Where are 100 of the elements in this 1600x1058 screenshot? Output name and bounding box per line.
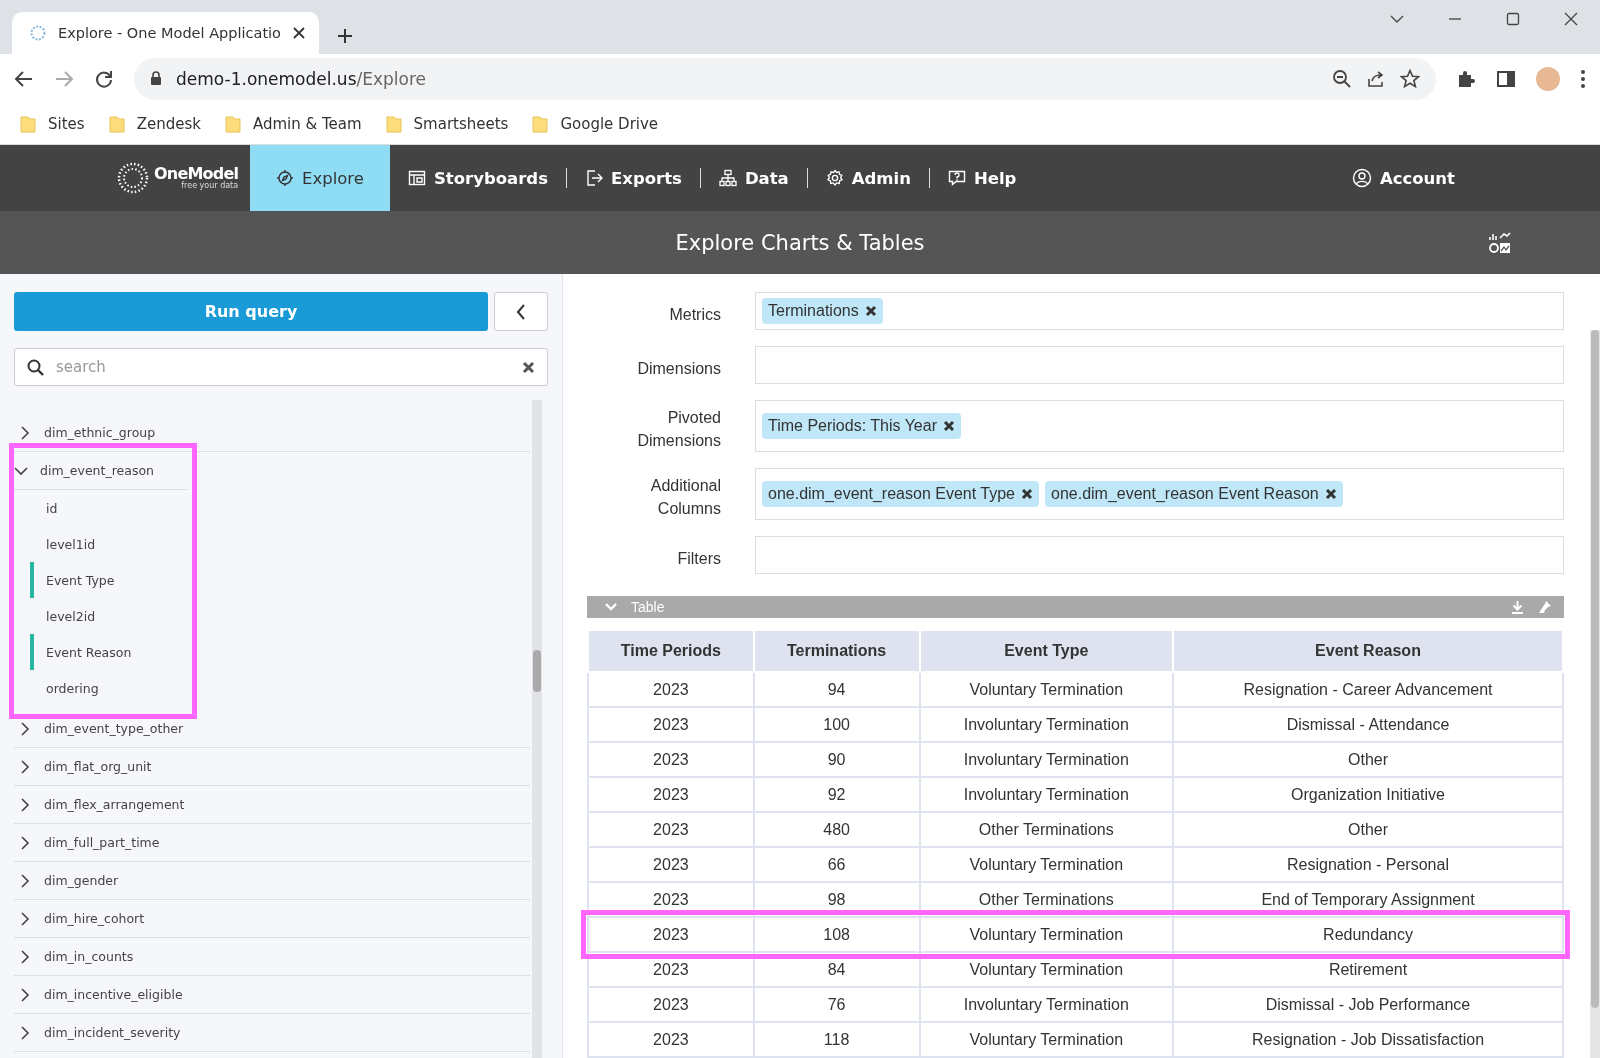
drop-field[interactable]: Time Periods: This Year <box>755 400 1564 452</box>
chevron-right-icon[interactable] <box>18 873 32 888</box>
table-cell: Dismissal - Job Performance <box>1173 987 1563 1022</box>
reload-icon[interactable] <box>94 68 114 89</box>
chevron-right-icon[interactable] <box>18 911 32 926</box>
search-input[interactable]: search <box>54 357 512 377</box>
tree-field[interactable]: Event Reason <box>30 634 188 670</box>
bookmark-link[interactable]: Google Drive <box>560 114 659 133</box>
tree-item[interactable]: dim_flat_org_unit <box>44 759 152 774</box>
address-text[interactable]: demo-1.onemodel.us/Explore <box>176 68 426 89</box>
address-bar[interactable]: demo-1.onemodel.us/Explore <box>134 57 1436 100</box>
scrollbar[interactable] <box>532 400 542 1058</box>
table-cell: 76 <box>753 987 920 1022</box>
tree-item[interactable]: dim_event_type_other <box>44 721 184 736</box>
table-cell: Voluntary Termination <box>919 917 1173 952</box>
folder-icon <box>532 114 549 133</box>
remove-icon[interactable] <box>1324 488 1337 500</box>
table-cell: Involuntary Termination <box>919 987 1173 1022</box>
tree-field[interactable]: ordering <box>30 670 188 706</box>
settings-icon <box>825 169 844 187</box>
nav-tab[interactable]: Explore <box>250 145 390 211</box>
tree-field[interactable]: Event Type <box>30 562 188 598</box>
chevron-right-icon[interactable] <box>18 1025 32 1040</box>
chart-table-icon[interactable] <box>1488 231 1512 255</box>
zoom-out-icon[interactable] <box>1332 68 1352 89</box>
tree-item[interactable]: dim_hire_cohort <box>44 911 145 926</box>
drop-field[interactable]: one.dim_event_reason Event Type one.dim_event_reason Event Reason <box>755 468 1564 520</box>
remove-icon[interactable] <box>864 305 877 317</box>
tree-item[interactable]: dim_event_reason <box>40 463 154 478</box>
table-cell: Other <box>1173 742 1563 777</box>
chevron-left-icon <box>516 303 526 320</box>
remove-icon[interactable] <box>1021 488 1033 500</box>
chevron-right-icon[interactable] <box>18 987 32 1002</box>
chevron-right-icon[interactable] <box>18 835 32 850</box>
table-cell: 94 <box>753 672 920 707</box>
search-box[interactable]: search <box>14 348 548 386</box>
column-header[interactable]: Event Type <box>919 630 1173 672</box>
table-cell: Resignation - Personal <box>1173 847 1563 882</box>
tree-item[interactable]: dim_in_counts <box>44 949 134 964</box>
maximize-icon[interactable] <box>1506 12 1520 26</box>
user-icon <box>1351 168 1372 188</box>
close-icon[interactable] <box>1564 12 1578 26</box>
table-cell: 66 <box>753 847 920 882</box>
tree-field[interactable]: level2id <box>30 598 188 634</box>
share-icon[interactable] <box>1366 68 1386 89</box>
tree-item[interactable]: dim_incident_severity <box>44 1025 181 1040</box>
chevron-right-icon[interactable] <box>18 721 32 736</box>
table-cell: 2023 <box>588 1022 754 1057</box>
filter-tag[interactable]: Terminations <box>762 298 883 324</box>
table-cell: 92 <box>753 777 920 812</box>
new-tab-icon[interactable] <box>336 28 353 44</box>
compass-icon <box>276 169 294 187</box>
table-cell: 2023 <box>588 672 754 707</box>
puzzle-icon[interactable] <box>1456 68 1476 89</box>
tree-item[interactable]: dim_flex_arrangement <box>44 797 185 812</box>
logo-text: OneModel <box>154 166 239 182</box>
tree-item[interactable]: dim_gender <box>44 873 119 888</box>
account-button[interactable]: Account <box>1345 145 1600 211</box>
nav-tab[interactable]: Admin <box>807 145 929 211</box>
more-icon[interactable] <box>1580 68 1586 89</box>
table-cell: 2023 <box>588 952 754 987</box>
bookmark-link[interactable]: Zendesk <box>136 114 201 133</box>
table-cell: 98 <box>753 882 920 917</box>
table-cell: Involuntary Termination <box>919 742 1173 777</box>
filter-tag[interactable]: Time Periods: This Year <box>762 413 961 439</box>
chevron-right-icon[interactable] <box>18 949 32 964</box>
drop-field[interactable]: Terminations <box>755 292 1564 330</box>
drop-field[interactable] <box>755 536 1564 574</box>
scrollbar[interactable] <box>1590 330 1600 1058</box>
page-title: Explore Charts & Tables <box>675 230 925 255</box>
tree-item[interactable]: dim_incentive_eligible <box>44 987 183 1002</box>
tree-item[interactable]: dim_ethnic_group <box>44 425 156 440</box>
drop-field[interactable] <box>755 346 1564 384</box>
nav-tab[interactable]: Help <box>929 145 1035 211</box>
bookmark-link[interactable]: Admin & Team <box>252 114 362 133</box>
column-header[interactable]: Time Periods <box>588 630 754 672</box>
back-icon[interactable] <box>14 68 34 89</box>
field-label: Pivoted Dimensions <box>636 408 721 451</box>
filter-tag[interactable]: one.dim_event_reason Event Type <box>762 481 1039 507</box>
column-header[interactable]: Event Reason <box>1173 630 1563 672</box>
remove-icon[interactable] <box>942 420 955 432</box>
column-header[interactable]: Terminations <box>753 630 920 672</box>
star-icon[interactable] <box>1400 68 1420 89</box>
bookmark-link[interactable]: Smartsheets <box>413 114 509 133</box>
close-icon[interactable] <box>292 27 305 39</box>
chevron-right-icon[interactable] <box>18 759 32 774</box>
table-cell: 2023 <box>588 742 754 777</box>
chevron-right-icon[interactable] <box>18 425 32 440</box>
nav-tab[interactable]: Data <box>700 145 807 211</box>
tree-field[interactable]: level1id <box>30 526 188 562</box>
tree-item[interactable]: dim_full_part_time <box>44 835 160 850</box>
nav-tab[interactable]: Exports <box>567 145 700 211</box>
browser-tab[interactable]: Explore - One Model Applicatio <box>12 12 319 54</box>
bookmark-link[interactable]: Sites <box>48 114 85 133</box>
side-panel-icon[interactable] <box>1496 68 1516 89</box>
filter-tag[interactable]: one.dim_event_reason Event Reason <box>1045 481 1343 507</box>
chevron-right-icon[interactable] <box>18 797 32 812</box>
nav-tab[interactable]: Storyboards <box>389 145 566 211</box>
clear-icon[interactable] <box>522 360 535 374</box>
tree-field[interactable]: id <box>30 490 188 526</box>
